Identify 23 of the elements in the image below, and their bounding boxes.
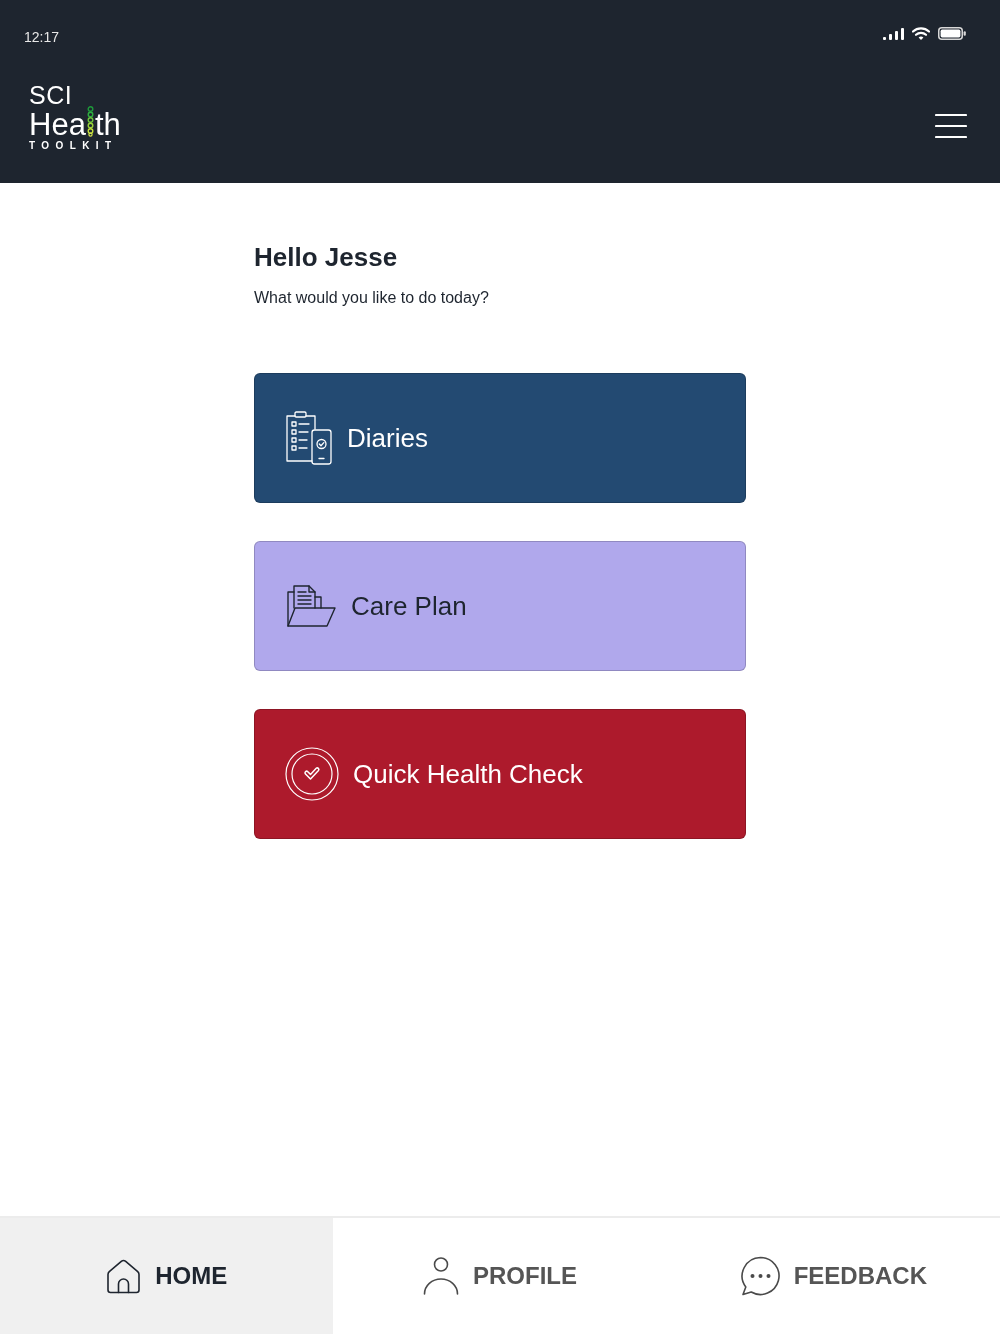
greeting-subtitle: What would you like to do today?	[254, 288, 489, 308]
menu-button[interactable]	[935, 113, 967, 139]
wifi-icon	[912, 27, 930, 40]
logo-text: th	[94, 112, 121, 138]
menu-icon	[935, 113, 967, 139]
check-circle-icon	[285, 747, 339, 801]
signal-icon	[883, 27, 904, 40]
action-card[interactable]: Care Plan	[254, 541, 746, 671]
home-icon	[106, 1258, 142, 1294]
folder-document-icon	[285, 584, 337, 628]
clipboard-phone-icon	[285, 410, 333, 466]
action-card[interactable]: Quick Health Check	[254, 709, 746, 839]
chain-icon	[86, 106, 94, 137]
nav-tab[interactable]: HOME	[0, 1218, 334, 1334]
greeting-title: Hello Jesse	[254, 241, 398, 274]
logo-text: TOOLKIT	[29, 140, 118, 152]
logo-text: SCI	[29, 85, 73, 105]
logo-text: Hea	[29, 112, 86, 138]
status-time: 12:17	[24, 28, 60, 47]
chat-bubble-icon	[739, 1256, 780, 1296]
person-icon	[423, 1257, 459, 1295]
action-card[interactable]: Diaries	[254, 373, 746, 503]
battery-icon	[938, 27, 966, 40]
